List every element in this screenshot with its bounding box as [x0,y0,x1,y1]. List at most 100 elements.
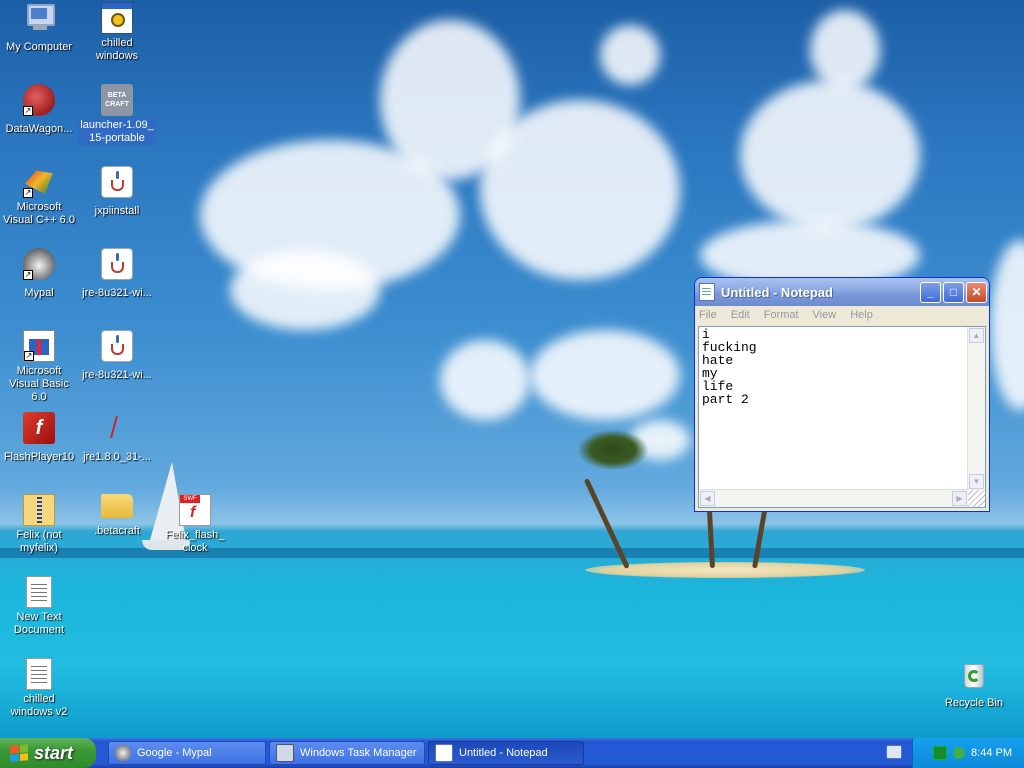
desktop-icon-label: Mypal [24,287,54,299]
application-window-icon [101,2,133,34]
java-icon [101,166,133,198]
notepad-text-area[interactable]: i fucking hate my life part 2 [699,327,968,490]
menu-format[interactable]: Format [764,309,799,321]
close-button[interactable]: ✕ [966,281,987,303]
task-manager-icon [276,744,294,762]
desktop-icon-mypal[interactable]: ↗ Mypal [0,248,78,301]
java-icon [101,330,133,362]
notepad-title: Untitled - Notepad [721,284,833,300]
green-tray-icon[interactable] [933,746,948,760]
wallpaper-cloud [440,340,530,420]
wallpaper-cloud [990,240,1024,410]
desktop-icon-label: Felix (not myfelix) [16,529,62,554]
swf-tag: SWF [180,495,200,503]
taskbar-item-notepad[interactable]: Untitled - Notepad [428,741,584,765]
desktop-icon-label: jre1.8.0_31-... [83,451,151,463]
windows-logo-icon [10,744,28,762]
keyboard-icon[interactable] [886,745,902,759]
desktop-icon-jre1-8[interactable]: jre1.8.0_31-... [78,412,156,465]
horizontal-scrollbar[interactable]: ◀ ▶ [699,489,968,507]
desktop-icon-label: jxpiinstall [94,205,140,217]
wallpaper-cloud [600,25,660,85]
system-tray: 8:44 PM [912,738,1024,768]
desktop-icon-jxpiinstall[interactable]: jxpiinstall [78,166,156,219]
start-button[interactable]: start [0,738,96,768]
scroll-left-arrow-icon[interactable]: ◀ [700,491,715,506]
taskbar-item-label: Google - Mypal [137,747,212,759]
desktop-icon-launcher[interactable]: BETA CRAFT launcher-1.09_ 15-portable [78,84,156,146]
menu-view[interactable]: View [813,309,837,321]
desktop-icon-felix-flash-clock[interactable]: SWF f Felix_flash_ clock [156,494,234,556]
text-file-icon [26,658,52,690]
betacraft-icon-text: BETA CRAFT [105,92,129,108]
scroll-right-arrow-icon[interactable]: ▶ [952,491,967,506]
menu-help[interactable]: Help [850,309,873,321]
desktop[interactable]: My Computer ↗ DataWagon... ↗ Microsoft V… [0,0,1024,738]
scroll-down-arrow-icon[interactable]: ▼ [969,474,984,489]
desktop-icon-recycle-bin[interactable]: Recycle Bin [935,658,1013,711]
taskbar-item-label: Windows Task Manager [300,747,417,759]
computer-icon [23,2,55,34]
start-label: start [34,742,74,763]
mypal-raccoon-icon: ↗ [23,248,55,280]
taskbar: start Google - Mypal Windows Task Manage… [0,738,1024,768]
wallpaper-cloud [740,80,920,230]
wallpaper-cloud [810,10,880,90]
taskbar-item-mypal[interactable]: Google - Mypal [108,741,266,765]
taskbar-item-task-manager[interactable]: Windows Task Manager [269,741,425,765]
desktop-icon-my-computer[interactable]: My Computer [0,2,78,55]
desktop-icon-visual-basic[interactable]: ↗ Microsoft Visual Basic 6.0 [0,330,78,405]
resize-grip[interactable] [968,490,985,507]
notepad-title-bar[interactable]: Untitled - Notepad _ □ ✕ [695,278,989,306]
safely-remove-hardware-icon[interactable] [953,747,966,759]
desktop-icon-label: jre-8u321-wi... [82,287,152,299]
desktop-icon-jre-installer-2[interactable]: jre-8u321-wi... [78,330,156,383]
vertical-scrollbar[interactable]: ▲ ▼ [967,327,985,490]
wallpaper-cloud [230,250,380,330]
visual-basic-icon: ↗ [23,330,55,362]
notepad-icon [435,744,453,762]
desktop-icon-jre-installer-1[interactable]: jre-8u321-wi... [78,248,156,301]
desktop-icon-chilled-windows[interactable]: chilled windows [78,2,156,64]
visual-cpp-icon: ↗ [23,166,55,198]
wallpaper-cloud [480,100,680,280]
minimize-button[interactable]: _ [920,281,941,303]
desktop-icon-visual-cpp[interactable]: ↗ Microsoft Visual C++ 6.0 [0,166,78,228]
desktop-icon-label: FlashPlayer10 [3,451,75,463]
desktop-icon-felix-zip[interactable]: Felix (not myfelix) [0,494,78,556]
menu-file[interactable]: File [699,309,717,321]
wallpaper-cloud [530,330,680,420]
desktop-icon-label: Felix_flash_ clock [165,529,225,554]
swf-file-icon: SWF f [179,494,211,526]
scroll-up-arrow-icon[interactable]: ▲ [969,328,984,343]
recycle-bin-icon [958,658,990,690]
clock[interactable]: 8:44 PM [971,747,1012,759]
maximize-button[interactable]: □ [943,281,964,303]
mypal-raccoon-icon [115,745,131,761]
betacraft-icon: BETA CRAFT [101,84,133,116]
desktop-icon-label: New Text Document [13,611,65,636]
desktop-icon-label: My Computer [5,41,73,53]
desktop-icon-flashplayer[interactable]: f FlashPlayer10 [0,412,78,465]
desktop-icon-betacraft-folder[interactable]: .betacraft [78,494,156,539]
desktop-icon-new-text-document[interactable]: New Text Document [0,576,78,638]
notepad-editor[interactable]: i fucking hate my life part 2 ▲ ▼ ◀ ▶ [698,326,986,508]
flash-icon: f [23,412,55,444]
desktop-icon-chilled-windows-v2[interactable]: chilled windows v2 [0,658,78,720]
java-icon [101,248,133,280]
notepad-menu-bar: File Edit Format View Help [695,306,989,324]
red-glyph-icon [101,412,133,444]
desktop-icon-label: chilled windows v2 [10,693,68,718]
desktop-icon-label: DataWagon... [5,123,73,135]
desktop-icon-datawagon[interactable]: ↗ DataWagon... [0,84,78,137]
datawagon-icon: ↗ [23,84,55,116]
notepad-icon [699,283,715,301]
menu-edit[interactable]: Edit [731,309,750,321]
desktop-icon-label: .betacraft [94,525,140,537]
desktop-icon-label: chilled windows [95,37,139,62]
palm-trunk [752,508,768,569]
text-file-icon [26,576,52,608]
desktop-icon-label: Microsoft Visual C++ 6.0 [3,201,75,226]
palm-leaves [578,430,648,470]
notepad-window[interactable]: Untitled - Notepad _ □ ✕ File Edit Forma… [694,277,990,512]
